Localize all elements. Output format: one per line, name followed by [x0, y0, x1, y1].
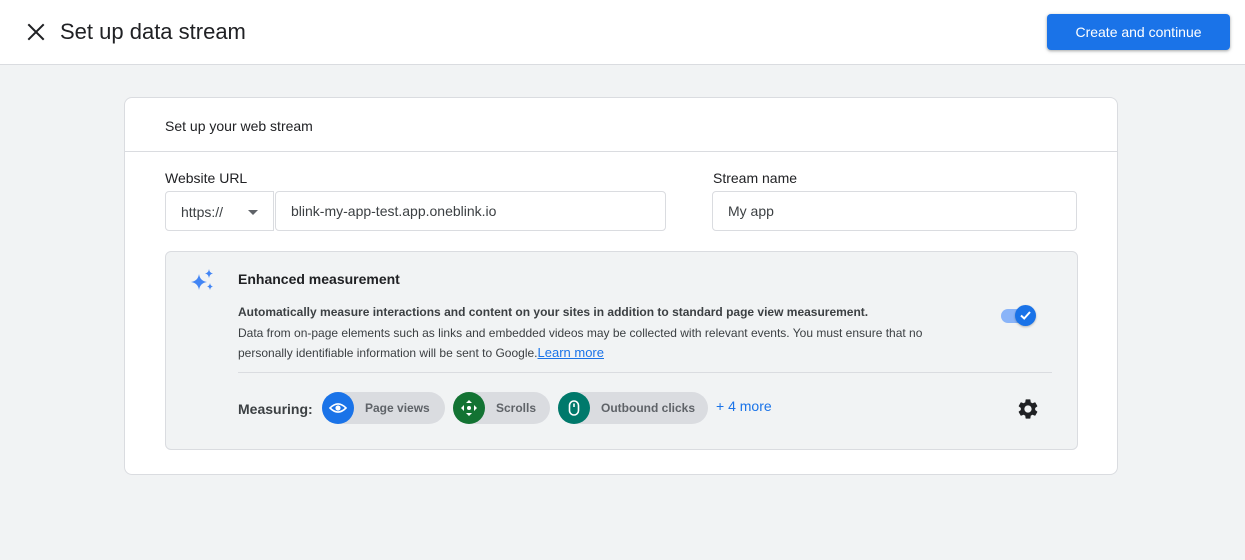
stream-name-label: Stream name: [713, 170, 798, 186]
eye-icon: [322, 392, 354, 424]
protocol-select[interactable]: https://: [165, 191, 274, 231]
close-icon: [27, 23, 45, 41]
stream-name-input[interactable]: [712, 191, 1077, 231]
mouse-icon: [558, 392, 590, 424]
chip-scrolls[interactable]: Scrolls: [453, 392, 550, 424]
website-url-input[interactable]: [275, 191, 666, 231]
chip-outbound-clicks[interactable]: Outbound clicks: [558, 392, 708, 424]
chip-label: Scrolls: [496, 401, 537, 415]
protocol-value: https://: [181, 204, 224, 220]
web-stream-card: Set up your web stream Website URL https…: [124, 97, 1118, 475]
divider: [238, 372, 1052, 373]
scroll-icon: [453, 392, 485, 424]
enhanced-measurement-toggle[interactable]: [999, 304, 1037, 326]
enhanced-measurement-summary: Automatically measure interactions and c…: [238, 305, 869, 319]
more-measurements-link[interactable]: + 4 more: [716, 398, 772, 414]
card-header: Set up your web stream: [125, 98, 1117, 152]
chip-label: Page views: [365, 401, 430, 415]
enhanced-measurement-description: Data from on-page elements such as links…: [238, 323, 978, 363]
measuring-label: Measuring:: [238, 401, 313, 417]
create-and-continue-button[interactable]: Create and continue: [1047, 14, 1230, 50]
page-title: Set up data stream: [60, 19, 246, 44]
chip-page-views[interactable]: Page views: [322, 392, 445, 424]
learn-more-link[interactable]: Learn more: [538, 345, 604, 360]
card-header-title: Set up your web stream: [165, 118, 313, 134]
toggle-thumb: [1015, 305, 1036, 326]
close-button[interactable]: [22, 18, 50, 46]
enhanced-measurement-panel: Enhanced measurement Automatically measu…: [165, 251, 1078, 450]
top-bar: Set up data stream Create and continue: [0, 0, 1245, 65]
gear-icon[interactable]: [1016, 397, 1040, 421]
dropdown-arrow-icon: [248, 210, 258, 215]
check-icon: [1020, 311, 1031, 320]
sparkle-icon: [191, 269, 213, 290]
enhanced-measurement-title: Enhanced measurement: [238, 271, 400, 287]
website-url-label: Website URL: [165, 170, 248, 186]
chip-label: Outbound clicks: [601, 401, 696, 415]
